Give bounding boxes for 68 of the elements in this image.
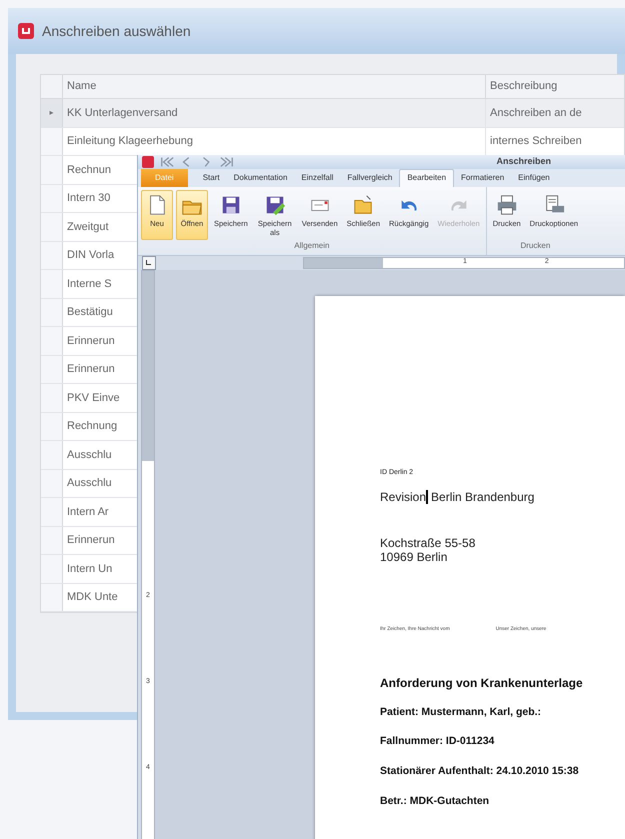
app-icon: [18, 23, 34, 39]
table-cell-text: Erinnerun: [67, 533, 115, 548]
document-text: Fallnummer: ID-011234: [380, 734, 496, 750]
row-header[interactable]: [41, 327, 63, 354]
table-cell-text: PKV Einve: [67, 390, 120, 406]
document-text: Berlin Brandenburg: [431, 489, 534, 506]
document-text: Betr.: MDK-Gutachten: [380, 794, 490, 809]
ribbon-tab[interactable]: Formatieren: [454, 168, 512, 186]
folder-icon: [352, 194, 374, 216]
document-heading: Anforderung von Krankenunterlage: [380, 674, 584, 692]
row-header[interactable]: [41, 584, 63, 611]
table-cell-text: Intern 30: [67, 191, 110, 206]
table-cell-text: Erinnerun: [67, 334, 115, 348]
group-label: Allgemein: [293, 240, 330, 252]
table-cell-text: Intern Ar: [67, 504, 109, 520]
row-header[interactable]: [41, 184, 63, 212]
table-cell-text: Ausschlu: [67, 476, 112, 491]
column-header[interactable]: Name: [63, 75, 486, 98]
document-text: Stationärer Aufenthalt: 24.10.2010 15:38: [380, 764, 580, 779]
row-header[interactable]: [41, 555, 63, 582]
document-text: Revision: [380, 489, 426, 506]
table-cell-text: internes Schreiben: [489, 134, 583, 149]
window-title: Anschreiben auswählen: [42, 22, 191, 40]
row-header[interactable]: [41, 298, 63, 326]
document-text: Patient: Mustermann, Karl, geb.:: [380, 704, 542, 720]
ribbon-tab[interactable]: Einzelfall: [294, 168, 340, 186]
row-header[interactable]: ▸: [41, 99, 63, 126]
ribbon-tab[interactable]: Start: [196, 168, 227, 186]
table-cell-text: Zweitgut: [67, 220, 109, 234]
row-indicator-icon: ▸: [50, 106, 54, 119]
ribbon-tab[interactable]: Fallvergleich: [340, 168, 400, 186]
row-header[interactable]: [41, 498, 63, 526]
row-header[interactable]: [41, 412, 63, 440]
ribbon-tab[interactable]: Dokumentation: [226, 168, 294, 186]
printer-icon: [496, 194, 518, 216]
table-cell-text: Intern Un: [67, 562, 112, 576]
table-cell-text: Interne S: [67, 276, 112, 292]
table-cell-text: Einleitung Klageerhebung: [67, 134, 193, 149]
tab-stop-selector[interactable]: [142, 256, 156, 270]
row-header[interactable]: [41, 128, 63, 155]
table-cell-text: Erinnerun: [67, 362, 115, 377]
table-cell-text: Rechnung: [67, 419, 118, 434]
address-text: Kochstraße 55-58 10969 Berlin: [380, 536, 476, 564]
row-header[interactable]: [41, 526, 63, 554]
last-record-icon[interactable]: [220, 156, 234, 168]
row-header[interactable]: [41, 384, 63, 412]
column-header[interactable]: Beschreibung: [486, 75, 624, 98]
table-cell-text: Ausschlu: [67, 448, 112, 462]
window-title: Anschreiben: [496, 155, 551, 168]
row-header[interactable]: [41, 242, 63, 269]
table-cell-text: MDK Unte: [67, 590, 118, 605]
ribbon-tab[interactable]: Einfügen: [511, 168, 557, 186]
group-label: Drucken: [519, 240, 552, 252]
first-record-icon[interactable]: [160, 156, 174, 168]
row-header[interactable]: [41, 270, 63, 298]
row-header[interactable]: [41, 213, 63, 240]
table-cell-text: Bestätigu: [67, 305, 113, 320]
ribbon-tab[interactable]: Bearbeiten: [399, 168, 454, 186]
table-cell-text: DIN Vorla: [67, 248, 114, 263]
row-header[interactable]: [41, 441, 63, 468]
table-cell-text: KK Unterlagenversand: [67, 106, 178, 120]
row-header[interactable]: [41, 470, 63, 497]
app-icon: [142, 156, 154, 168]
row-header[interactable]: [41, 156, 63, 184]
text-cursor: [426, 490, 428, 504]
table-cell-text: Anschreiben an de: [489, 106, 583, 120]
table-cell-text: Rechnun: [67, 162, 112, 178]
row-header[interactable]: [41, 356, 63, 383]
